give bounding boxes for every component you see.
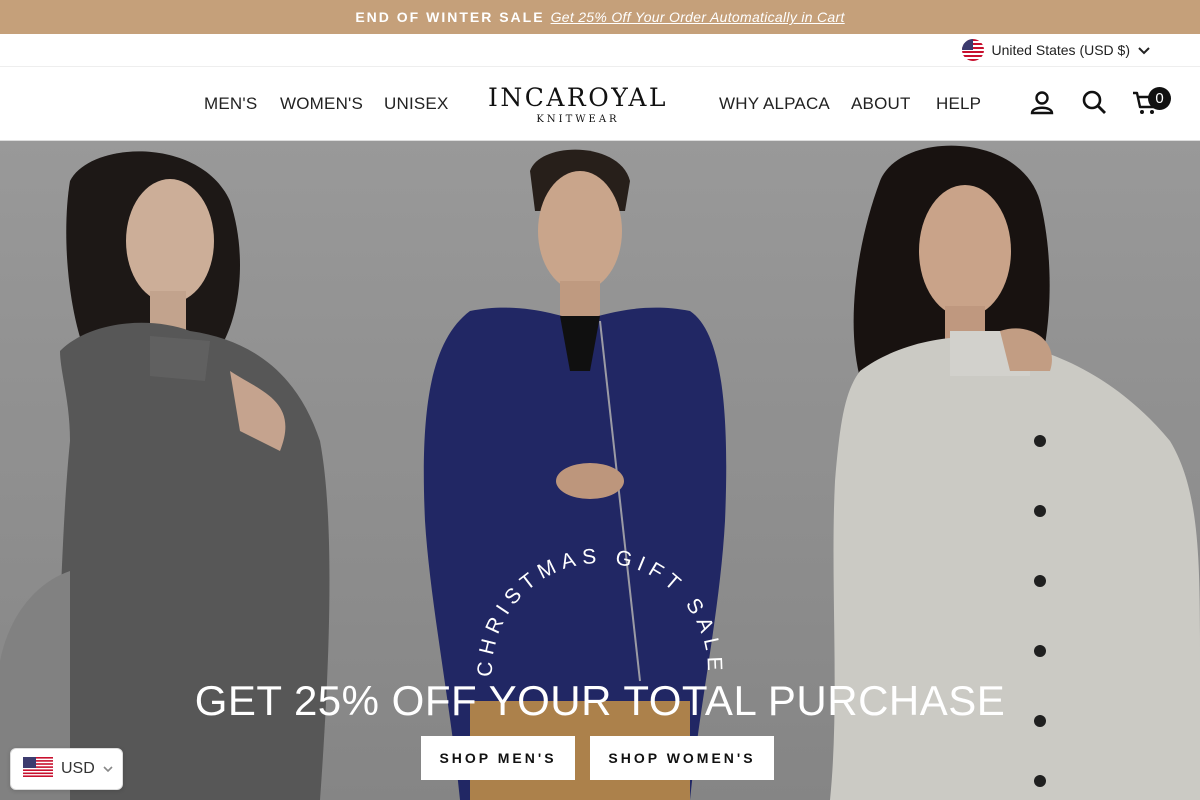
us-flag-icon — [23, 756, 53, 782]
svg-text:CHRISTMAS GIFT SALE: CHRISTMAS GIFT SALE — [474, 546, 727, 677]
cart-count-badge: 0 — [1148, 87, 1171, 110]
chevron-down-icon — [103, 760, 113, 778]
nav-help[interactable]: HELP — [936, 94, 981, 114]
logo-brand: INCAROYAL — [488, 83, 668, 112]
search-icon[interactable] — [1081, 89, 1109, 117]
arc-text: CHRISTMAS GIFT SALE — [474, 546, 721, 677]
announcement-bar: END OF WINTER SALE Get 25% Off Your Orde… — [0, 0, 1200, 34]
chevron-down-icon — [1138, 42, 1150, 58]
currency-widget[interactable]: USD — [10, 748, 123, 790]
hero-banner[interactable]: CHRISTMAS GIFT SALE GET 25% OFF YOUR TOT… — [0, 141, 1200, 800]
nav-about[interactable]: ABOUT — [851, 94, 911, 114]
arc-text-graphic: CHRISTMAS GIFT SALE — [474, 546, 727, 677]
account-icon[interactable] — [1029, 89, 1057, 117]
currency-selector[interactable]: United States (USD $) — [961, 39, 1151, 61]
utility-bar: United States (USD $) — [0, 34, 1200, 67]
announcement-link[interactable]: Get 25% Off Your Order Automatically in … — [551, 9, 845, 25]
us-flag-icon — [961, 39, 984, 61]
currency-label: United States (USD $) — [991, 42, 1131, 58]
nav-womens[interactable]: WOMEN'S — [280, 94, 363, 114]
logo-subtitle: KNITWEAR — [536, 114, 620, 125]
announcement-lead: END OF WINTER SALE — [355, 9, 545, 25]
currency-code: USD — [61, 760, 95, 777]
nav-why-alpaca[interactable]: WHY ALPACA — [719, 94, 830, 114]
shop-mens-button[interactable]: SHOP MEN'S — [421, 736, 575, 780]
site-logo[interactable]: INCAROYAL KNITWEAR — [478, 83, 678, 125]
shop-womens-button[interactable]: SHOP WOMEN'S — [590, 736, 774, 780]
site-header: MEN'S WOMEN'S UNISEX INCAROYAL KNITWEAR … — [0, 67, 1200, 141]
hero-headline: GET 25% OFF YOUR TOTAL PURCHASE — [194, 677, 1006, 724]
nav-mens[interactable]: MEN'S — [204, 94, 257, 114]
nav-unisex[interactable]: UNISEX — [384, 94, 449, 114]
